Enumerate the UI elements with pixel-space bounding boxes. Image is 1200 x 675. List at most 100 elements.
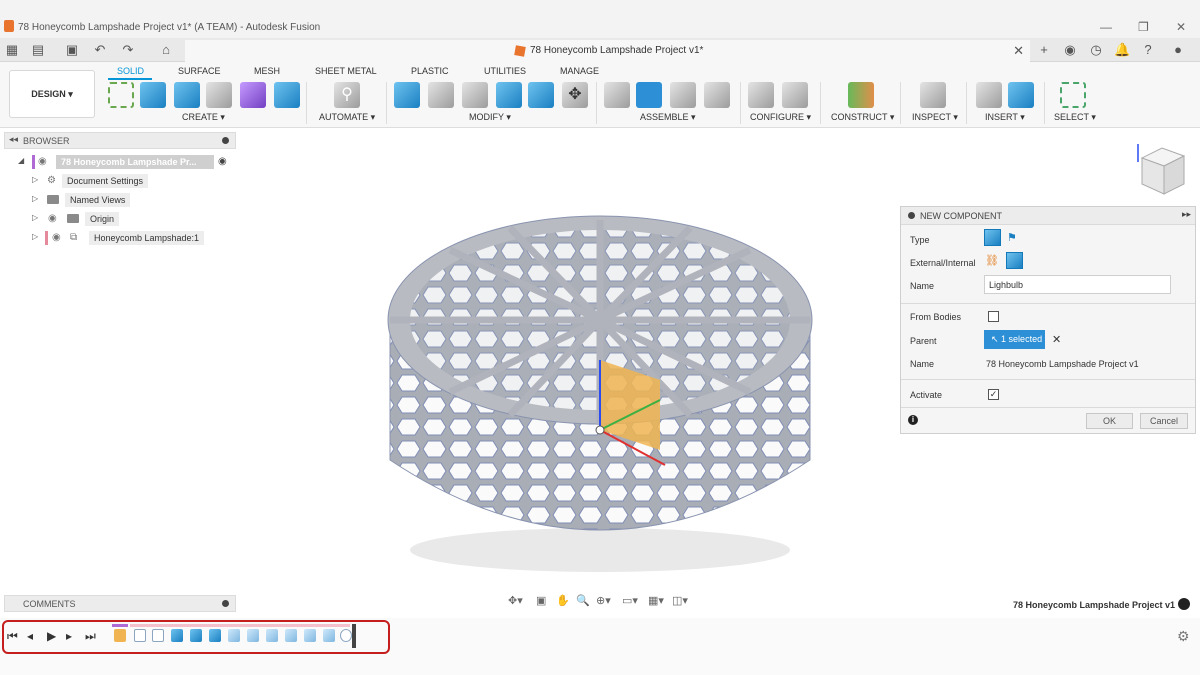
insert-menu[interactable]: INSERT ▾: [985, 112, 1025, 123]
browser-panel-header[interactable]: ◂◂ BROWSER: [4, 132, 236, 149]
tab-mesh[interactable]: MESH: [254, 66, 280, 76]
pattern-button[interactable]: [206, 82, 232, 108]
save-icon[interactable]: ▣: [64, 42, 80, 58]
from-bodies-checkbox[interactable]: [988, 311, 999, 322]
configure-table-button[interactable]: [782, 82, 808, 108]
tab-utilities[interactable]: UTILITIES: [484, 66, 526, 76]
viewports-icon[interactable]: ◫▾: [672, 594, 688, 607]
job-status-icon[interactable]: ◷: [1088, 42, 1104, 58]
visibility-eye-icon[interactable]: ◉: [38, 156, 47, 167]
expand-triangle-icon[interactable]: ▷: [32, 194, 38, 203]
automate-button[interactable]: ⚲: [334, 82, 360, 108]
grid-settings-icon[interactable]: ▦▾: [648, 594, 664, 607]
tab-plastic[interactable]: PLASTIC: [411, 66, 449, 76]
tab-solid[interactable]: SOLID: [117, 66, 144, 76]
tab-sheet-metal[interactable]: SHEET METAL: [315, 66, 377, 76]
create-menu[interactable]: CREATE ▾: [182, 112, 225, 123]
go-to-end-icon[interactable]: ⏭: [85, 629, 96, 644]
tree-item-named-views[interactable]: ▷ Named Views: [32, 192, 232, 208]
activate-checkbox[interactable]: ✓: [988, 389, 999, 400]
revolve-button[interactable]: [174, 82, 200, 108]
timeline-marker[interactable]: [352, 624, 356, 648]
offset-plane-button[interactable]: [848, 82, 874, 108]
redo-icon[interactable]: ↷: [120, 42, 136, 58]
timeline-extrude[interactable]: [190, 629, 202, 642]
fit-icon[interactable]: ⊕▾: [596, 594, 611, 607]
canvas-viewport[interactable]: [240, 130, 900, 590]
orbit-icon[interactable]: ✥▾: [508, 594, 523, 607]
activate-radio-icon[interactable]: ◉: [218, 156, 227, 167]
tree-item-origin[interactable]: ▷ ◉ Origin: [32, 211, 232, 227]
maximize-button[interactable]: ❐: [1138, 20, 1149, 34]
measure-button[interactable]: [920, 82, 946, 108]
form-button[interactable]: [240, 82, 266, 108]
press-pull-button[interactable]: [394, 82, 420, 108]
tree-item-document-settings[interactable]: ▷ ⚙ Document Settings: [32, 173, 232, 189]
timeline-fillet[interactable]: [266, 629, 278, 642]
automate-menu[interactable]: AUTOMATE ▾: [319, 112, 375, 123]
document-tab[interactable]: 78 Honeycomb Lampshade Project v1* ✕: [185, 40, 1030, 62]
inspect-menu[interactable]: INSPECT ▾: [912, 112, 958, 123]
timeline-sketch[interactable]: [152, 629, 164, 642]
undo-icon[interactable]: ↶: [92, 42, 108, 58]
pin-icon[interactable]: [222, 137, 229, 144]
timeline-fillet[interactable]: [285, 629, 297, 642]
expand-triangle-icon[interactable]: ▷: [32, 213, 38, 222]
extrude-button[interactable]: [140, 82, 166, 108]
link-icon[interactable]: ⛓: [985, 254, 999, 267]
expand-triangle-icon[interactable]: ▷: [32, 175, 38, 184]
timeline-extrude[interactable]: [209, 629, 221, 642]
add-comment-icon[interactable]: [222, 600, 229, 607]
expand-dialog-icon[interactable]: ▸▸: [1182, 209, 1191, 220]
status-icon[interactable]: [1178, 598, 1190, 610]
go-to-start-icon[interactable]: ⏮: [7, 629, 18, 644]
as-built-joint-button[interactable]: [670, 82, 696, 108]
timeline-sketch[interactable]: [134, 629, 146, 642]
clear-selection-icon[interactable]: ✕: [1052, 333, 1061, 346]
help-icon[interactable]: ?: [1140, 42, 1156, 58]
create-sketch-button[interactable]: [108, 82, 134, 108]
tab-manage[interactable]: MANAGE: [560, 66, 599, 76]
move-copy-button[interactable]: ✥: [562, 82, 588, 108]
info-icon[interactable]: i: [908, 415, 918, 425]
close-window-button[interactable]: ✕: [1176, 20, 1186, 34]
assemble-menu[interactable]: ASSEMBLE ▾: [640, 112, 696, 123]
look-at-icon[interactable]: ▣: [536, 594, 546, 607]
modify-menu[interactable]: MODIFY ▾: [469, 112, 511, 123]
fillet-button[interactable]: [428, 82, 454, 108]
configure-menu[interactable]: CONFIGURE ▾: [750, 112, 811, 123]
split-body-button[interactable]: [528, 82, 554, 108]
home-icon[interactable]: ⌂: [158, 42, 174, 58]
standard-component-icon[interactable]: [984, 229, 1001, 246]
component-name-input[interactable]: [984, 275, 1171, 294]
file-menu-icon[interactable]: ▤: [30, 42, 46, 58]
avatar[interactable]: ●: [1170, 42, 1186, 58]
timeline-fillet[interactable]: [323, 629, 335, 642]
extensions-icon[interactable]: ◉: [1062, 42, 1078, 58]
insert-derive-button[interactable]: [976, 82, 1002, 108]
select-button[interactable]: [1060, 82, 1086, 108]
new-tab-icon[interactable]: +: [1036, 42, 1052, 58]
step-back-icon[interactable]: ◂: [27, 629, 33, 643]
cancel-button[interactable]: Cancel: [1140, 413, 1188, 429]
insert-image-button[interactable]: [1008, 82, 1034, 108]
timeline-feature[interactable]: [114, 629, 126, 642]
comments-panel-header[interactable]: COMMENTS: [4, 595, 236, 612]
sheet-metal-component-icon[interactable]: ⚑: [1007, 231, 1017, 244]
dialog-pin-icon[interactable]: [908, 212, 915, 219]
browser-root[interactable]: ◢ ◉ 78 Honeycomb Lampshade Pr... ◉: [18, 154, 238, 170]
play-icon[interactable]: ▶: [47, 629, 56, 643]
box-button[interactable]: [274, 82, 300, 108]
view-cube[interactable]: [1130, 140, 1190, 200]
tab-surface[interactable]: SURFACE: [178, 66, 221, 76]
parent-selection-button[interactable]: ↖ 1 selected: [984, 330, 1045, 349]
shell-button[interactable]: [462, 82, 488, 108]
minimize-button[interactable]: —: [1100, 20, 1112, 34]
timeline-fillet[interactable]: [304, 629, 316, 642]
joint-button[interactable]: [636, 82, 662, 108]
gear-icon[interactable]: ⚙: [1177, 628, 1190, 645]
bill-of-materials-button[interactable]: [704, 82, 730, 108]
timeline-fillet[interactable]: [228, 629, 240, 642]
collapse-icon[interactable]: ◂◂: [9, 134, 18, 145]
timeline-fillet[interactable]: [247, 629, 259, 642]
